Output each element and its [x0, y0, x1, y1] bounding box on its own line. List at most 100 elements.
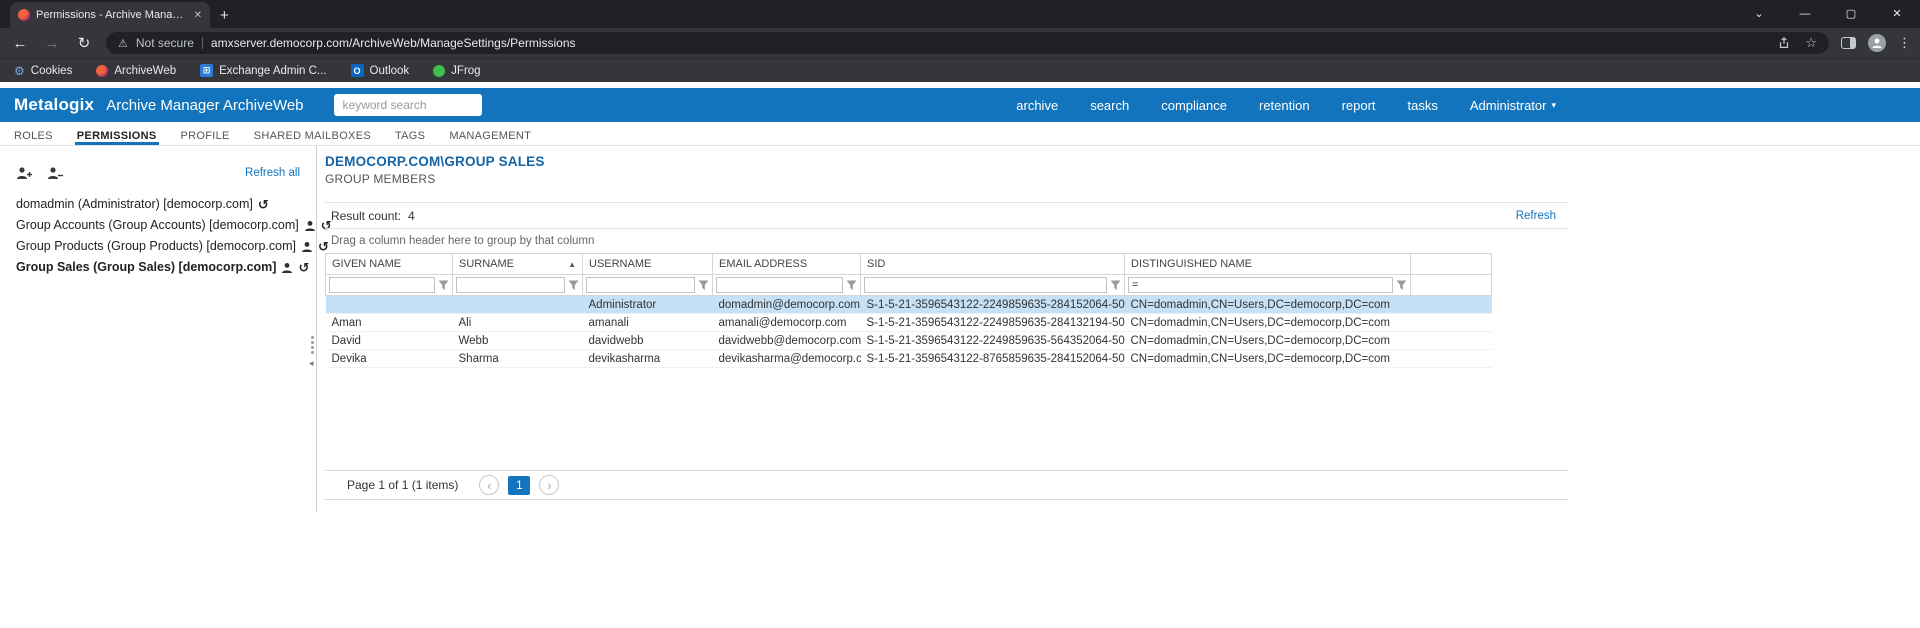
add-user-icon[interactable]	[16, 166, 33, 181]
filter-username-input[interactable]	[586, 277, 695, 293]
nav-compliance[interactable]: compliance	[1161, 98, 1227, 113]
window-minimize-button[interactable]: —	[1782, 0, 1828, 28]
back-button[interactable]: ←	[10, 35, 30, 52]
bookmark-cookies[interactable]: ⚙ Cookies	[14, 64, 72, 78]
table-row-david-webb[interactable]: David Webb davidwebb davidwebb@democorp.…	[326, 332, 1492, 350]
chevron-down-icon: ▾	[1551, 100, 1556, 111]
site-favicon-icon	[18, 9, 30, 21]
app-title: Archive Manager ArchiveWeb	[106, 97, 303, 114]
tab-close-icon[interactable]: ✕	[194, 10, 202, 21]
table-header-row: GIVEN NAME SURNAME▲ USERNAME EMAIL ADDRE…	[326, 254, 1492, 275]
filter-surname-input[interactable]	[456, 277, 565, 293]
filter-funnel-icon[interactable]	[1110, 280, 1121, 291]
current-page-button[interactable]: 1	[508, 476, 530, 495]
refresh-link[interactable]: Refresh	[1516, 210, 1556, 222]
page-subtitle: GROUP MEMBERS	[325, 172, 1568, 186]
security-label: Not secure	[136, 36, 194, 50]
window-maximize-button[interactable]: ▢	[1828, 0, 1874, 28]
tab-search-icon[interactable]: ⌄	[1736, 0, 1782, 28]
sort-ascending-icon: ▲	[568, 260, 576, 269]
filter-funnel-icon[interactable]	[846, 280, 857, 291]
profile-avatar[interactable]	[1868, 34, 1886, 52]
table-row-devika-sharma[interactable]: Devika Sharma devikasharma devikasharma@…	[326, 350, 1492, 368]
column-header-distinguished-name[interactable]: DISTINGUISHED NAME	[1125, 254, 1411, 275]
column-header-surname[interactable]: SURNAME▲	[453, 254, 583, 275]
sync-permissions-icon[interactable]: ↺	[258, 198, 269, 211]
browser-window: Permissions - Archive Manager A ✕ + ⌄ — …	[0, 0, 1920, 628]
tab-permissions[interactable]: PERMISSIONS	[75, 126, 159, 145]
column-header-empty	[1411, 254, 1492, 275]
nav-search[interactable]: search	[1090, 98, 1129, 113]
filter-email-input[interactable]	[716, 277, 843, 293]
bookmark-star-icon[interactable]: ☆	[1805, 35, 1817, 51]
bookmark-archiveweb[interactable]: ArchiveWeb	[96, 65, 176, 77]
filter-distinguished-name-input[interactable]	[1128, 277, 1393, 293]
settings-tabs: ROLES PERMISSIONS PROFILE SHARED MAILBOX…	[0, 122, 1920, 146]
column-header-email[interactable]: EMAIL ADDRESS	[713, 254, 861, 275]
reload-button[interactable]: ↻	[74, 34, 94, 52]
filter-sid-input[interactable]	[864, 277, 1107, 293]
list-item-group-sales-selected[interactable]: Group Sales (Group Sales) [democorp.com]…	[16, 257, 300, 278]
bookmark-jfrog[interactable]: JFrog	[433, 65, 480, 77]
address-bar[interactable]: ⚠ Not secure amxserver.democorp.com/Arch…	[106, 32, 1829, 54]
list-item-domadmin[interactable]: domadmin (Administrator) [democorp.com] …	[16, 194, 300, 215]
browser-menu-icon[interactable]: ⋮	[1898, 35, 1910, 51]
nav-tasks[interactable]: tasks	[1408, 98, 1438, 113]
page-title: DEMOCORP.COM\GROUP SALES	[325, 154, 1568, 169]
new-tab-button[interactable]: +	[220, 7, 229, 24]
keyword-search-input[interactable]	[334, 94, 482, 116]
filter-funnel-icon[interactable]	[1396, 280, 1407, 291]
archiveweb-icon	[96, 65, 108, 77]
bookmark-outlook[interactable]: O Outlook	[351, 64, 410, 77]
browser-titlebar: Permissions - Archive Manager A ✕ + ⌄ — …	[0, 0, 1920, 28]
window-close-button[interactable]: ✕	[1874, 0, 1920, 28]
filter-funnel-icon[interactable]	[438, 280, 449, 291]
not-secure-icon[interactable]: ⚠	[118, 37, 128, 50]
tab-management[interactable]: MANAGEMENT	[447, 126, 533, 145]
tab-shared-mailboxes[interactable]: SHARED MAILBOXES	[252, 126, 373, 145]
bookmark-exchange-admin[interactable]: ⊞ Exchange Admin C...	[200, 64, 326, 77]
collapse-panel-icon[interactable]: ◂	[309, 358, 314, 369]
filter-funnel-icon[interactable]	[698, 280, 709, 291]
list-item-group-accounts[interactable]: Group Accounts (Group Accounts) [democor…	[16, 215, 300, 236]
nav-report[interactable]: report	[1342, 98, 1376, 113]
outlook-icon: O	[351, 64, 364, 77]
permissions-sidebar: Refresh all domadmin (Administrator) [de…	[0, 146, 308, 278]
splitter-drag-handle[interactable]	[311, 336, 314, 339]
next-page-button[interactable]: ›	[539, 475, 559, 495]
side-panel-icon[interactable]	[1841, 37, 1856, 49]
nav-retention[interactable]: retention	[1259, 98, 1310, 113]
table-row-aman-ali[interactable]: Aman Ali amanali amanali@democorp.com S-…	[326, 314, 1492, 332]
share-icon[interactable]	[1777, 36, 1791, 50]
tab-roles[interactable]: ROLES	[12, 126, 55, 145]
tab-tags[interactable]: TAGS	[393, 126, 427, 145]
remove-user-icon[interactable]	[47, 166, 64, 181]
person-icon	[1871, 37, 1883, 49]
list-item-group-products[interactable]: Group Products (Group Products) [democor…	[16, 236, 300, 257]
group-by-panel[interactable]: Drag a column header here to group by th…	[325, 229, 1568, 253]
person-icon	[281, 262, 293, 274]
jfrog-icon	[433, 65, 445, 77]
filter-given-name-input[interactable]	[329, 277, 435, 293]
filter-row	[326, 275, 1492, 296]
app-nav: archive search compliance retention repo…	[1016, 98, 1556, 113]
filter-funnel-icon[interactable]	[568, 280, 579, 291]
tab-profile[interactable]: PROFILE	[179, 126, 232, 145]
column-header-given-name[interactable]: GIVEN NAME	[326, 254, 453, 275]
previous-page-button[interactable]: ‹	[479, 475, 499, 495]
column-header-sid[interactable]: SID	[861, 254, 1125, 275]
column-header-username[interactable]: USERNAME	[583, 254, 713, 275]
app-header: Metalogix Archive Manager ArchiveWeb arc…	[0, 88, 1920, 122]
result-count-value: 4	[408, 209, 415, 223]
user-menu[interactable]: Administrator ▾	[1470, 98, 1556, 113]
browser-tab[interactable]: Permissions - Archive Manager A ✕	[10, 2, 210, 28]
exchange-admin-icon: ⊞	[200, 64, 213, 77]
refresh-all-link[interactable]: Refresh all	[245, 167, 300, 179]
members-table: GIVEN NAME SURNAME▲ USERNAME EMAIL ADDRE…	[325, 253, 1492, 368]
table-row-administrator[interactable]: Administrator domadmin@democorp.com S-1-…	[326, 296, 1492, 314]
forward-button[interactable]: →	[42, 35, 62, 52]
nav-archive[interactable]: archive	[1016, 98, 1058, 113]
content-area: Refresh all domadmin (Administrator) [de…	[0, 146, 1920, 628]
tab-title: Permissions - Archive Manager A	[36, 9, 188, 21]
panel-splitter[interactable]: ◂	[308, 146, 317, 512]
